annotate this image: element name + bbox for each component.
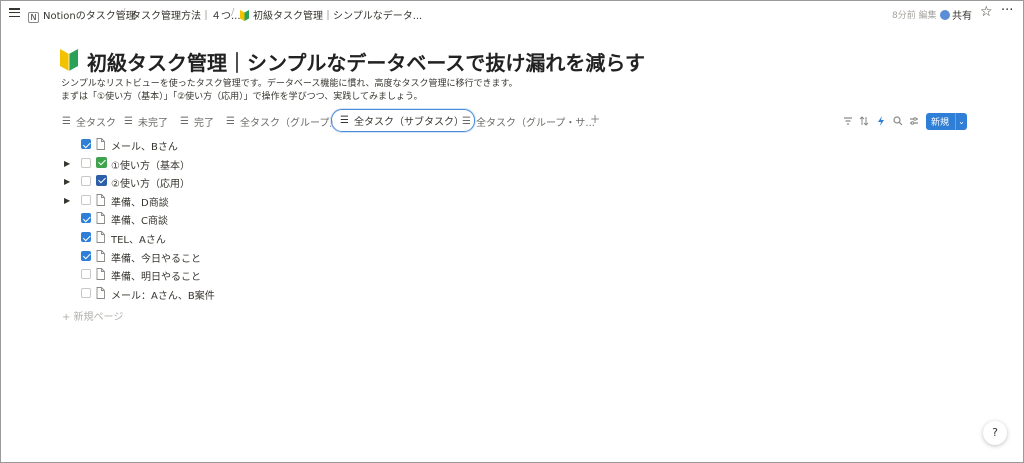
task-title[interactable]: ①使い方（基本） — [111, 157, 190, 172]
done-checkbox[interactable] — [81, 287, 91, 298]
page-description-line-2: まずは「①使い方（基本）」「②使い方（応用）」で操作を学びつつ、実践してみましょ… — [61, 92, 423, 102]
more-options-icon[interactable]: ··· — [1001, 3, 1013, 18]
help-button[interactable]: ? — [983, 421, 1007, 445]
breadcrumb-workspace[interactable]: N Notionのタスク管理 — [28, 7, 136, 23]
toggle-arrow-icon[interactable]: ▶ — [64, 159, 70, 168]
breadcrumb-separator: / — [231, 7, 235, 18]
sidebar-menu-icon[interactable] — [9, 8, 20, 18]
task-title[interactable]: 準備、明日やること — [111, 268, 201, 283]
page-title[interactable]: 初級タスク管理｜シンプルなデータベースで抜け漏れを減らす — [87, 47, 645, 76]
blue-check-emoji-icon — [96, 175, 107, 187]
tab-all-tasks[interactable]: ☰ 全タスク — [62, 112, 116, 130]
page-description-line-1: シンプルなリストビューを使ったタスク管理です。データベース機能に慣れ、高度なタス… — [61, 79, 518, 89]
toggle-arrow-icon[interactable]: ▶ — [64, 196, 70, 205]
green-check-emoji-icon — [96, 156, 107, 168]
list-view-icon: ☰ — [62, 115, 71, 127]
list-item[interactable]: ▶ 準備、D商談 — [0, 192, 400, 210]
list-view-icon: ☰ — [340, 115, 349, 126]
top-bar: N Notionのタスク管理 / タスク管理方法｜４つ... / 初級タスク管理｜… — [0, 0, 1024, 27]
done-checkbox[interactable] — [81, 139, 91, 149]
done-checkbox[interactable] — [81, 157, 91, 168]
beginner-mark-icon — [60, 49, 78, 71]
breadcrumb-parent[interactable]: タスク管理方法｜４つ... — [131, 7, 241, 22]
toggle-arrow-icon[interactable]: ▶ — [64, 177, 70, 186]
task-title[interactable]: 準備、D商談 — [111, 194, 169, 209]
list-view-icon: ☰ — [462, 115, 471, 127]
page-document-icon — [96, 268, 105, 281]
done-checkbox[interactable] — [81, 176, 91, 187]
task-title[interactable]: 準備、今日やること — [111, 250, 201, 265]
list-view-icon: ☰ — [226, 115, 235, 127]
list-item[interactable]: ▶ ①使い方（基本） — [0, 155, 400, 173]
list-item[interactable]: メール：Aさん、B案件 — [0, 285, 400, 303]
breadcrumb-separator: / — [122, 7, 126, 18]
list-item[interactable]: 準備、今日やること — [0, 248, 400, 266]
tab-all-tasks-subtask[interactable]: ☰ 全タスク（サブタスク） — [331, 109, 475, 132]
tab-all-tasks-group-subtask[interactable]: ☰ 全タスク（グループ・サ... — [462, 112, 595, 130]
list-item[interactable]: 準備、C商談 — [0, 210, 400, 228]
page-document-icon — [96, 231, 105, 243]
beginner-mark-icon — [240, 10, 249, 21]
task-title[interactable]: TEL、Aさん — [111, 231, 166, 246]
filter-icon[interactable] — [842, 115, 854, 127]
done-checkbox[interactable] — [81, 194, 91, 205]
new-button[interactable]: 新規 ⌄ — [926, 113, 967, 130]
automation-lightning-icon[interactable] — [875, 115, 887, 127]
tab-incomplete[interactable]: ☰ 未完了 — [124, 112, 168, 130]
task-title[interactable]: ②使い方（応用） — [111, 175, 190, 190]
share-button[interactable]: 共有 — [940, 7, 972, 22]
task-title[interactable]: 準備、C商談 — [111, 212, 168, 227]
settings-sliders-icon[interactable] — [908, 115, 920, 127]
done-checkbox[interactable] — [81, 250, 91, 261]
edited-timestamp: 8分前 編集 — [892, 11, 937, 21]
search-icon[interactable] — [892, 115, 904, 127]
page-document-icon — [96, 193, 105, 206]
favorite-star-icon[interactable]: ☆ — [980, 4, 993, 20]
list-item[interactable]: 準備、明日やること — [0, 266, 400, 284]
page-document-icon — [96, 249, 105, 262]
task-title[interactable]: メール：Aさん、B案件 — [111, 287, 215, 302]
breadcrumb-current[interactable]: 初級タスク管理｜シンプルなデータ... — [240, 7, 422, 22]
done-checkbox[interactable] — [81, 232, 91, 242]
page-document-icon — [96, 138, 105, 150]
done-checkbox[interactable] — [81, 269, 91, 280]
tab-all-tasks-group[interactable]: ☰ 全タスク（グループ） — [226, 112, 339, 130]
new-page-button[interactable]: + 新規ページ — [62, 308, 123, 323]
chevron-down-icon[interactable]: ⌄ — [956, 117, 967, 126]
list-item[interactable]: TEL、Aさん — [0, 229, 400, 247]
add-view-button[interactable]: + — [590, 112, 600, 126]
page-document-icon — [96, 212, 105, 225]
task-title[interactable]: メール、Bさん — [111, 138, 178, 153]
tab-complete[interactable]: ☰ 完了 — [180, 112, 214, 130]
sort-icon[interactable] — [858, 115, 870, 127]
list-item[interactable]: ▶ ②使い方（応用） — [0, 173, 400, 191]
page-document-icon — [96, 286, 105, 299]
list-view-icon: ☰ — [180, 115, 189, 127]
list-view-icon: ☰ — [124, 115, 133, 127]
notion-logo-icon: N — [28, 12, 39, 23]
globe-icon — [940, 10, 950, 20]
list-item[interactable]: メール、Bさん — [0, 136, 400, 154]
done-checkbox[interactable] — [81, 213, 91, 224]
